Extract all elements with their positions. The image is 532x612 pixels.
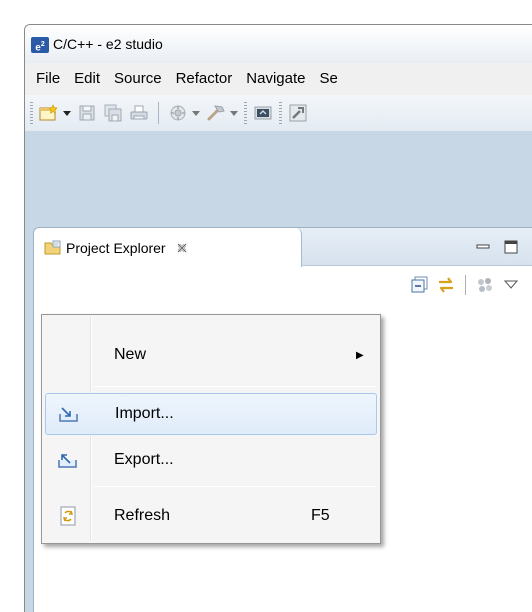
context-menu-item-new[interactable]: New ▶ <box>45 334 377 376</box>
menu-separator <box>94 386 376 387</box>
view-header: Project Explorer <box>34 228 532 267</box>
new-wizard-dropdown[interactable] <box>62 102 72 124</box>
chevron-down-icon <box>63 110 71 116</box>
collapse-all-button[interactable] <box>409 274 431 296</box>
hammer-icon <box>207 105 225 121</box>
menu-item-label: Export... <box>114 451 174 468</box>
export-icon <box>58 454 77 468</box>
context-menu-item-refresh[interactable]: Refresh F5 <box>45 495 377 537</box>
chevron-down-icon <box>230 110 238 116</box>
view-menu-icon <box>504 280 518 289</box>
chevron-down-icon <box>192 110 200 116</box>
e2-studio-app-icon[interactable]: e2 <box>31 37 49 53</box>
window-title: C/C++ - e2 studio <box>53 36 163 52</box>
context-menu: New ▶ Import... Export... Refresh F5 <box>41 314 381 544</box>
tools-icon <box>289 104 307 122</box>
collapse-all-icon <box>411 276 428 293</box>
print-icon <box>130 105 148 120</box>
build-icon <box>170 105 186 121</box>
project-explorer-icon <box>44 240 61 254</box>
toolbar-separator <box>158 102 159 124</box>
menu-item-label: Import... <box>115 405 174 422</box>
link-with-editor-button[interactable] <box>435 274 457 296</box>
build-dropdown[interactable] <box>191 102 201 124</box>
menu-file[interactable]: File <box>29 63 67 95</box>
minimize-icon[interactable] <box>476 240 490 254</box>
menu-item-label: Refresh <box>114 507 171 524</box>
title-bar[interactable]: e2 C/C++ - e2 studio <box>25 25 532 63</box>
menu-search[interactable]: Se <box>312 63 344 95</box>
new-wizard-icon <box>39 104 58 121</box>
menu-item-accelerator: F5 <box>311 507 330 524</box>
hammer-dropdown[interactable] <box>229 102 239 124</box>
import-icon <box>59 407 78 422</box>
save-icon <box>79 105 95 121</box>
focus-icon <box>478 278 492 292</box>
context-menu-item-export[interactable]: Export... <box>45 439 377 481</box>
menu-edit[interactable]: Edit <box>67 63 107 95</box>
view-toolbar-separator <box>465 275 466 295</box>
menu-separator <box>94 486 376 487</box>
close-icon[interactable] <box>176 242 188 254</box>
toolbar-grip[interactable] <box>244 102 247 124</box>
build-button[interactable] <box>167 102 189 124</box>
debug-config-icon <box>254 106 272 120</box>
save-button[interactable] <box>76 102 98 124</box>
menu-bar: File Edit Source Refactor Navigate Se <box>25 63 532 95</box>
toolbar-band <box>25 131 532 179</box>
menu-navigate[interactable]: Navigate <box>239 63 312 95</box>
print-button[interactable] <box>128 102 150 124</box>
menu-item-label: New <box>114 346 147 363</box>
context-menu-item-import[interactable]: Import... <box>45 393 377 435</box>
main-toolbar <box>25 95 532 131</box>
tab-project-explorer[interactable]: Project Explorer <box>34 228 302 267</box>
save-all-icon <box>104 104 122 122</box>
save-all-button[interactable] <box>102 102 124 124</box>
submenu-arrow-icon: ▶ <box>356 349 364 361</box>
view-menu-button[interactable] <box>500 274 522 296</box>
new-wizard-button[interactable] <box>38 102 60 124</box>
link-with-editor-icon <box>439 277 453 293</box>
hammer-button[interactable] <box>205 102 227 124</box>
focus-button[interactable] <box>474 274 496 296</box>
menu-source[interactable]: Source <box>107 63 169 95</box>
maximize-icon[interactable] <box>504 240 518 254</box>
toolbar-grip[interactable] <box>30 102 33 124</box>
refresh-icon <box>60 506 76 526</box>
toolbar-grip[interactable] <box>279 102 282 124</box>
tools-button[interactable] <box>287 102 309 124</box>
menu-refactor[interactable]: Refactor <box>169 63 240 95</box>
debug-config-button[interactable] <box>252 102 274 124</box>
tab-label: Project Explorer <box>66 239 166 256</box>
view-toolbar <box>407 272 524 298</box>
